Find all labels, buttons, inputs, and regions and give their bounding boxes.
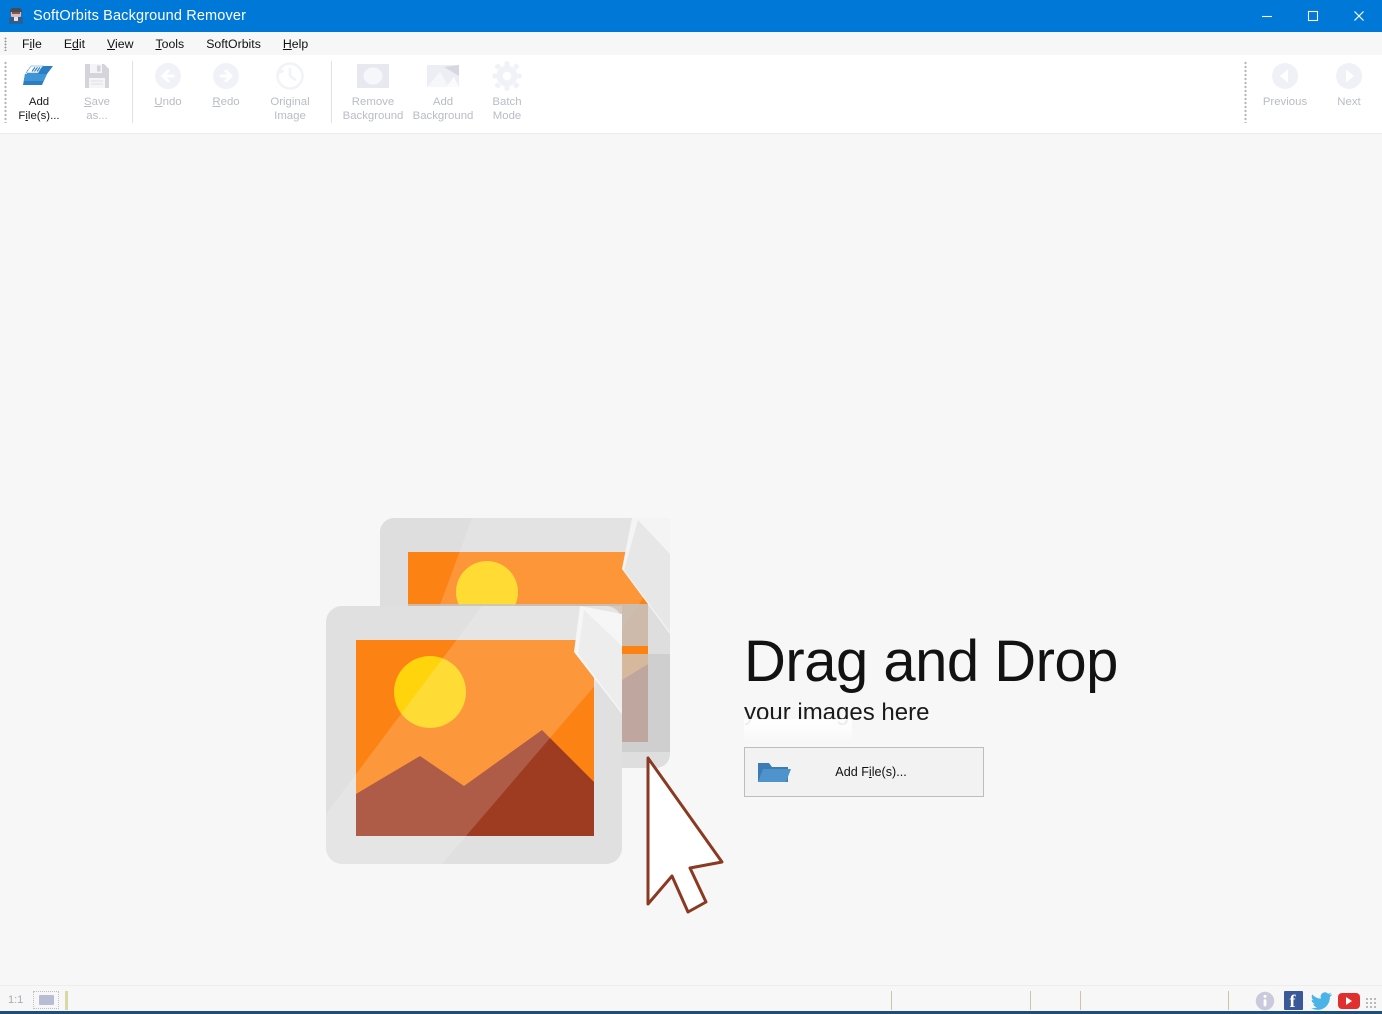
redo-button[interactable]: Redo [197,55,255,109]
menu-item-view[interactable]: View [96,35,144,53]
app-avatar-icon [8,8,24,24]
application-window: SoftOrbits Background Remover File Edit … [0,0,1382,1014]
toolbar-separator [331,61,332,123]
batch-mode-button[interactable]: Batch Mode [478,55,536,123]
batch-mode-label-line2: Mode [492,110,522,122]
add-background-icon [426,60,460,92]
status-social-icons [1248,986,1378,1014]
status-bar: 1:1 [0,985,1382,1014]
window-controls [1244,0,1382,32]
add-background-label-line1: Add [432,96,454,108]
add-background-button[interactable]: Add Background [408,55,478,123]
add-files-button[interactable]: Add File(s)... [10,55,68,123]
add-files-label-line1: Add [28,96,50,108]
fading-button-ghost [744,719,852,741]
status-separator [1228,991,1229,1010]
undo-arrow-icon [151,60,185,92]
toolbar-nav-grip-icon[interactable] [1244,61,1247,123]
redo-label: Redo [212,96,240,108]
chevron-right-circle-icon [1332,60,1366,92]
toolbar-group-file: Add File(s)... Save as... [10,55,126,134]
gear-icon [490,60,524,92]
menu-grip-icon[interactable] [4,36,7,51]
info-circle-icon[interactable] [1254,990,1276,1012]
add-files-dropzone-label: Add File(s)... [835,765,907,779]
menu-item-help[interactable]: Help [272,35,319,53]
menu-item-edit[interactable]: Edit [53,35,96,53]
original-image-label-line2: Image [274,110,306,122]
status-caret [65,990,69,1010]
youtube-icon[interactable] [1338,990,1360,1012]
remove-background-icon [356,60,390,92]
zoom-level-label: 1:1 [8,994,24,1006]
two-photos-with-cursor-illustration [322,514,732,914]
maximize-icon[interactable] [1290,0,1336,32]
original-image-label-line1: Original [270,96,310,108]
toolbar-group-navigation: Previous Next [1244,55,1378,134]
undo-label: Undo [154,96,182,108]
status-separator [1030,991,1031,1010]
toolbar-separator [132,61,133,123]
menu-bar: File Edit View Tools SoftOrbits Help [0,32,1382,55]
resize-grip-icon[interactable] [1365,997,1378,1010]
image-canvas-dropzone[interactable]: Drag and Drop your images here Add File(… [0,134,1382,985]
add-files-icon [22,60,56,92]
original-image-button[interactable]: Original Image [255,55,325,123]
save-as-label-line2: as... [86,110,108,122]
menu-item-softorbits[interactable]: SoftOrbits [195,35,272,53]
toolbar-group-background: Remove Background Add Background Batch M… [338,55,536,134]
remove-background-label-line1: Remove [351,96,395,108]
dropzone-content: Drag and Drop your images here Add File(… [322,504,1152,924]
minimize-icon[interactable] [1244,0,1290,32]
next-image-label: Next [1337,96,1361,108]
redo-arrow-icon [209,60,243,92]
folder-open-icon [757,759,791,785]
save-as-label-line1: Save [84,96,110,108]
dropzone-title: Drag and Drop [744,629,1118,694]
next-image-button[interactable]: Next [1320,55,1378,109]
window-title: SoftOrbits Background Remover [33,8,247,24]
batch-mode-label-line1: Batch [492,96,522,108]
title-bar: SoftOrbits Background Remover [0,0,1382,32]
add-files-label-line2: File(s)... [18,110,60,122]
save-as-icon [80,60,114,92]
facebook-icon[interactable] [1282,990,1304,1012]
remove-background-label-line2: Background [342,110,404,122]
previous-image-label: Previous [1262,96,1308,108]
toolbar-group-history: Undo Redo Original Image [139,55,325,134]
toolbar-grip-icon[interactable] [4,61,7,123]
twitter-icon[interactable] [1310,990,1332,1012]
clock-history-icon [273,60,307,92]
save-as-button[interactable]: Save as... [68,55,126,123]
undo-button[interactable]: Undo [139,55,197,109]
fit-to-window-icon[interactable] [33,991,60,1009]
chevron-left-circle-icon [1268,60,1302,92]
add-background-label-line2: Background [412,110,474,122]
previous-image-button[interactable]: Previous [1250,55,1320,109]
menu-item-file[interactable]: File [11,35,53,53]
dropzone-text-block: Drag and Drop your images here Add File(… [744,631,1118,797]
main-toolbar: Add File(s)... Save as... Undo Redo Orig… [0,55,1382,183]
remove-background-button[interactable]: Remove Background [338,55,408,123]
menu-item-tools[interactable]: Tools [144,35,195,53]
close-icon[interactable] [1336,0,1382,32]
status-separator [891,991,892,1010]
add-files-dropzone-button[interactable]: Add File(s)... [744,747,984,797]
status-separator [1080,991,1081,1010]
